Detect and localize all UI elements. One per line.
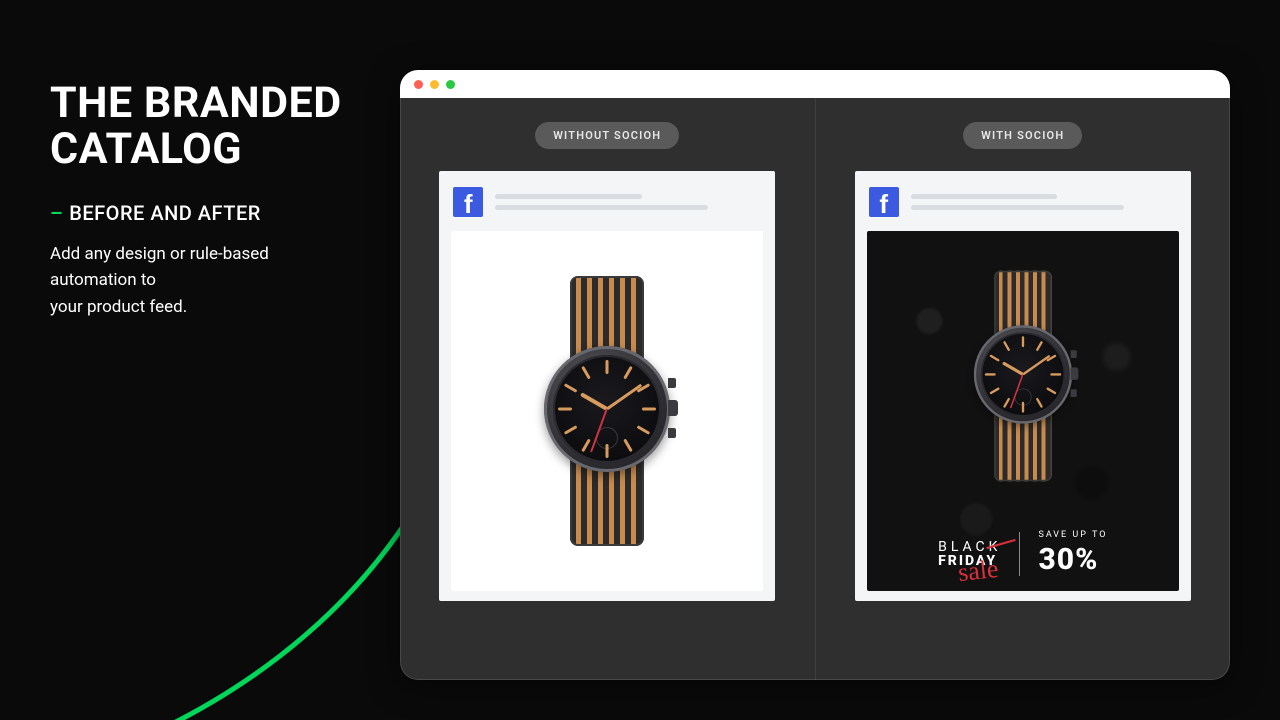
hero-title-line1: THE BRANDED bbox=[50, 80, 390, 126]
facebook-icon: f bbox=[453, 187, 483, 217]
pill-with: WITH SOCIOH bbox=[963, 122, 1082, 149]
post-header: f bbox=[867, 183, 1179, 231]
ad-creative-plain bbox=[451, 231, 763, 591]
pill-without: WITHOUT SOCIOH bbox=[535, 122, 679, 149]
save-block: SAVE UP TO 30% bbox=[1038, 530, 1107, 577]
save-label: SAVE UP TO bbox=[1038, 530, 1107, 540]
post-header: f bbox=[451, 183, 763, 231]
hero-description: Add any design or rule-based automation … bbox=[50, 241, 350, 320]
window-close-icon bbox=[414, 80, 423, 89]
product-watch-image bbox=[972, 271, 1073, 482]
feed-card-with: f bbox=[855, 171, 1191, 601]
window-zoom-icon bbox=[446, 80, 455, 89]
product-watch-image bbox=[542, 276, 672, 546]
facebook-icon: f bbox=[869, 187, 899, 217]
window-titlebar bbox=[400, 70, 1230, 98]
ad-creative-branded: BLACK FRIDAY sale SAVE UP TO 30% bbox=[867, 231, 1179, 591]
placeholder-lines bbox=[911, 194, 1177, 210]
promo-divider bbox=[1019, 532, 1020, 576]
hero-title-line2: CATALOG bbox=[50, 126, 390, 172]
hero-subtitle: BEFORE AND AFTER bbox=[69, 201, 261, 225]
comparison-panes: WITHOUT SOCIOH f bbox=[400, 98, 1230, 680]
window-minimize-icon bbox=[430, 80, 439, 89]
feed-card-without: f bbox=[439, 171, 775, 601]
browser-window: WITHOUT SOCIOH f bbox=[400, 70, 1230, 680]
placeholder-lines bbox=[495, 194, 761, 210]
promo-overlay: BLACK FRIDAY sale SAVE UP TO 30% bbox=[867, 530, 1179, 577]
hero-copy: THE BRANDED CATALOG –BEFORE AND AFTER Ad… bbox=[50, 80, 390, 320]
pane-with: WITH SOCIOH f bbox=[815, 98, 1231, 680]
pane-without: WITHOUT SOCIOH f bbox=[400, 98, 815, 680]
save-percent: 30% bbox=[1038, 542, 1107, 577]
hero-subtitle-row: –BEFORE AND AFTER bbox=[50, 201, 390, 225]
hero-title: THE BRANDED CATALOG bbox=[50, 80, 390, 173]
promo-script: sale bbox=[957, 555, 1000, 585]
accent-dash: – bbox=[50, 201, 63, 225]
black-friday-text: BLACK FRIDAY sale bbox=[938, 540, 1001, 568]
